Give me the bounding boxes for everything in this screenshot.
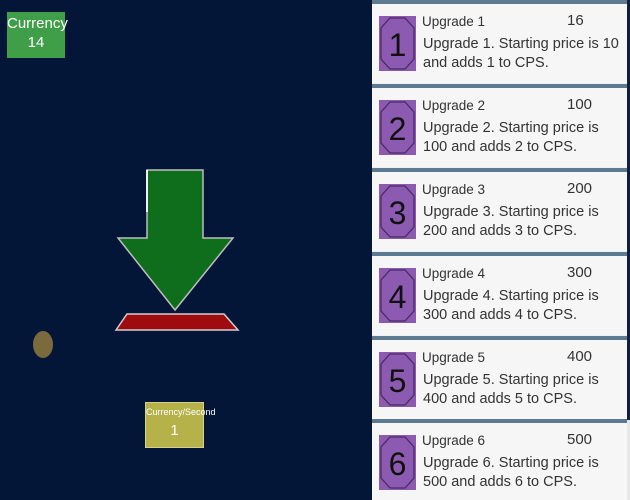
upgrade-description: Upgrade 4. Starting price is 300 and add… bbox=[423, 288, 599, 323]
upgrade-price: 400 bbox=[567, 348, 593, 365]
upgrade-name: Upgrade 1 bbox=[422, 14, 486, 29]
cps-label: Currency/Second bbox=[146, 407, 216, 417]
octagon-icon: 4 bbox=[380, 269, 415, 322]
octagon-icon: 5 bbox=[380, 353, 415, 406]
upgrade-description: Upgrade 1. Starting price is 10 and adds… bbox=[423, 36, 619, 71]
upgrade-number: 1 bbox=[389, 27, 407, 63]
upgrade-price: 16 bbox=[567, 12, 584, 29]
upgrade-name: Upgrade 3 bbox=[422, 182, 486, 197]
octagon-icon: 1 bbox=[380, 17, 415, 70]
octagon-icon: 3 bbox=[380, 185, 415, 238]
currency-value: 14 bbox=[27, 34, 45, 51]
upgrade-name: Upgrade 6 bbox=[422, 433, 486, 448]
upgrade-number: 3 bbox=[389, 195, 407, 231]
upgrade-icon: 4 bbox=[379, 268, 416, 323]
upgrade-price: 300 bbox=[567, 264, 593, 281]
upgrade-card[interactable]: 4 Upgrade 4 300 Upgrade 4. Starting pric… bbox=[372, 252, 627, 335]
upgrade-description: Upgrade 3. Starting price is 200 and add… bbox=[423, 204, 599, 239]
upgrade-number: 2 bbox=[389, 111, 407, 147]
upgrade-card[interactable]: 3 Upgrade 3 200 Upgrade 3. Starting pric… bbox=[372, 168, 627, 251]
upgrade-card[interactable]: 1 Upgrade 1 16 Upgrade 1. Starting price… bbox=[372, 0, 627, 83]
currency-display: Currency 14 bbox=[7, 12, 68, 58]
upgrade-description: Upgrade 2. Starting price is 100 and add… bbox=[423, 120, 599, 155]
octagon-icon: 6 bbox=[380, 436, 415, 489]
upgrade-name: Upgrade 4 bbox=[422, 266, 486, 281]
upgrade-number: 5 bbox=[389, 363, 407, 399]
upgrade-price: 500 bbox=[567, 431, 593, 448]
upgrades-panel: 1 Upgrade 1 16 Upgrade 1. Starting price… bbox=[372, 0, 627, 500]
upgrade-price: 100 bbox=[567, 96, 593, 113]
upgrade-icon: 6 bbox=[379, 435, 416, 490]
cps-value: 1 bbox=[170, 422, 179, 439]
upgrade-icon: 3 bbox=[379, 184, 416, 239]
currency-label: Currency bbox=[7, 15, 68, 32]
down-arrow-icon bbox=[114, 169, 240, 331]
click-arrow-button[interactable] bbox=[112, 168, 242, 333]
upgrade-number: 6 bbox=[389, 446, 407, 482]
octagon-icon: 2 bbox=[380, 101, 415, 154]
upgrade-icon: 2 bbox=[379, 100, 416, 155]
upgrade-number: 4 bbox=[389, 279, 407, 315]
upgrade-icon: 1 bbox=[379, 16, 416, 71]
upgrade-name: Upgrade 5 bbox=[422, 350, 486, 365]
cps-display: Currency/Second 1 bbox=[145, 402, 216, 448]
upgrade-description: Upgrade 6. Starting price is 500 and add… bbox=[423, 455, 599, 490]
upgrade-card[interactable]: 6 Upgrade 6 500 Upgrade 6. Starting pric… bbox=[372, 419, 627, 500]
upgrade-description: Upgrade 5. Starting price is 400 and add… bbox=[423, 372, 599, 407]
coin-icon bbox=[33, 331, 53, 358]
upgrade-icon: 5 bbox=[379, 352, 416, 407]
upgrade-card[interactable]: 2 Upgrade 2 100 Upgrade 2. Starting pric… bbox=[372, 84, 627, 167]
upgrade-name: Upgrade 2 bbox=[422, 98, 486, 113]
upgrade-price: 200 bbox=[567, 180, 593, 197]
upgrade-card[interactable]: 5 Upgrade 5 400 Upgrade 5. Starting pric… bbox=[372, 336, 627, 419]
